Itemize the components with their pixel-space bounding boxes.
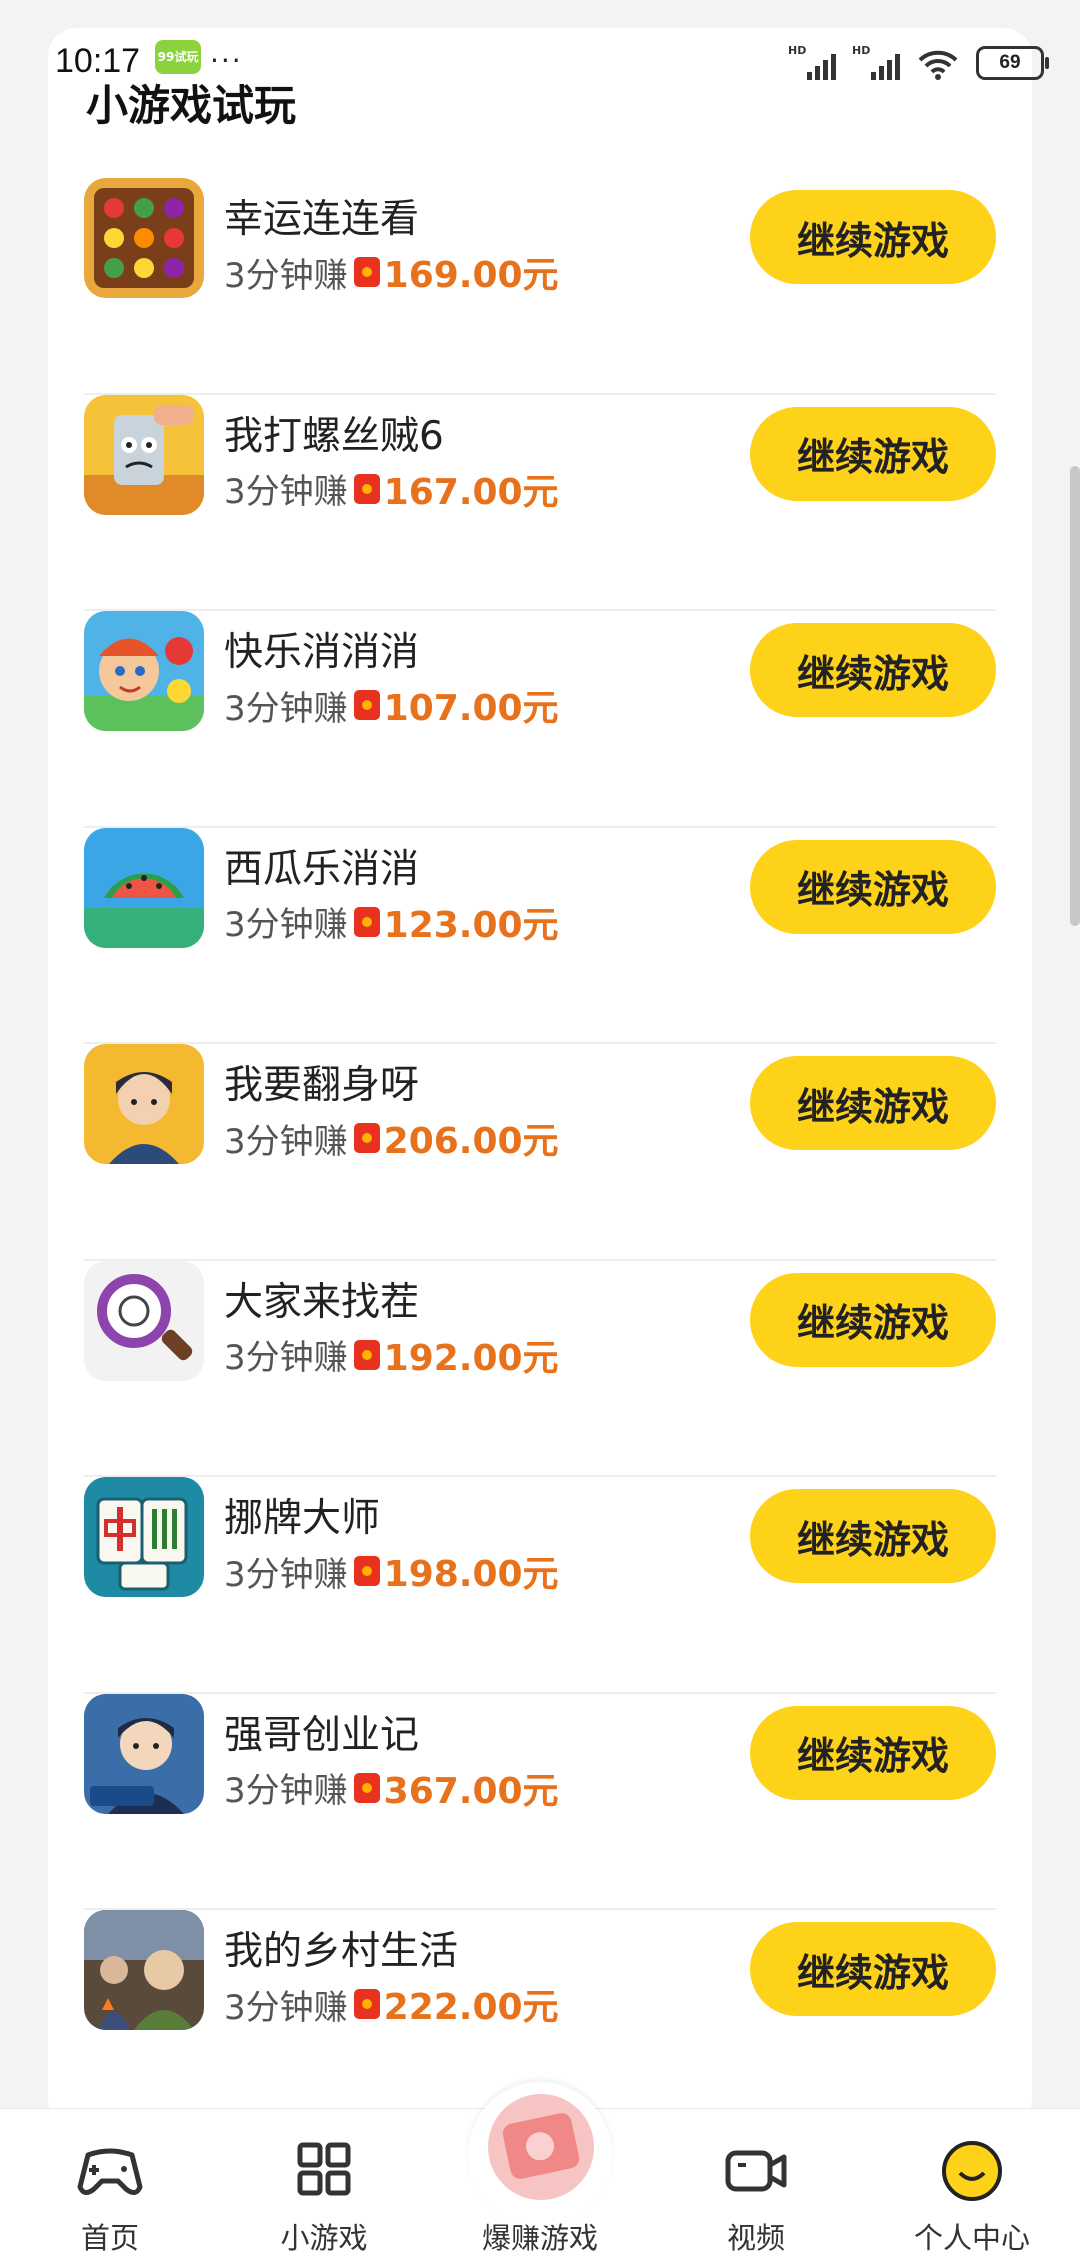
red-packet-icon [353, 906, 380, 937]
more-notifications-icon: ··· [210, 44, 243, 77]
wifi-icon [918, 50, 958, 80]
happy-match-game-icon [84, 611, 204, 731]
continue-game-button[interactable]: 继续游戏 [750, 1056, 996, 1150]
reward-info: 3分钟赚 107.00元 [224, 679, 559, 731]
game-row[interactable]: 我打螺丝贼6 3分钟赚 167.00元 继续游戏 [84, 394, 996, 611]
game-name: 挪牌大师 [224, 1496, 381, 1541]
status-time: 10:17 [55, 42, 141, 80]
reward-prefix: 3分钟赚 [224, 905, 348, 945]
reward-prefix: 3分钟赚 [224, 1987, 348, 2028]
red-packet-icon [353, 1772, 380, 1803]
reward-prefix: 3分钟赚 [224, 1771, 348, 1811]
smiley-icon [942, 2141, 1002, 2201]
gamepad-icon [77, 2148, 143, 2195]
continue-game-button[interactable]: 继续游戏 [750, 1272, 996, 1367]
red-packet-icon [353, 1556, 380, 1586]
tab-mini-games[interactable]: 小游戏 [244, 2109, 404, 2265]
app-notification-icon: 99试玩 [155, 40, 201, 74]
mahjong-game-icon [84, 1477, 204, 1597]
reward-amount: 107.00元 [383, 688, 559, 729]
game-row[interactable]: 挪牌大师 3分钟赚 198.00元 继续游戏 [84, 1477, 996, 1694]
tab-label: 首页 [80, 2221, 139, 2255]
reward-amount: 167.00元 [383, 471, 559, 513]
reward-prefix: 3分钟赚 [224, 1554, 348, 1595]
reward-info: 3分钟赚 367.00元 [224, 1762, 559, 1814]
tab-profile[interactable]: 个人中心 [892, 2109, 1052, 2265]
reward-amount: 192.00元 [383, 1337, 559, 1379]
reward-amount: 169.00元 [383, 255, 559, 296]
reward-prefix: 3分钟赚 [224, 1338, 348, 1378]
grid-icon [297, 2142, 351, 2196]
tab-label: 个人中心 [913, 2221, 1030, 2255]
tab-label: 小游戏 [280, 2221, 368, 2255]
continue-game-button[interactable]: 继续游戏 [750, 1922, 996, 2016]
signal-icon-2: HD [852, 44, 900, 80]
continue-game-button[interactable]: 继续游戏 [750, 190, 996, 284]
game-name: 幸运连连看 [224, 197, 420, 242]
watermelon-game-icon [84, 827, 204, 948]
tab-label: 视频 [726, 2221, 785, 2255]
reward-amount: 206.00元 [383, 1121, 559, 1162]
reward-info: 3分钟赚 192.00元 [224, 1329, 559, 1381]
tab-video[interactable]: 视频 [676, 2109, 836, 2265]
game-name: 我要翻身呀 [224, 1063, 420, 1108]
tab-home[interactable]: 首页 [30, 2109, 190, 2265]
reward-info: 3分钟赚 167.00元 [224, 463, 559, 515]
reward-prefix: 3分钟赚 [224, 255, 348, 296]
character-game-icon [84, 1044, 204, 1164]
game-name: 我打螺丝贼6 [224, 413, 444, 459]
screw-game-icon [84, 394, 204, 515]
reward-amount: 198.00元 [383, 1554, 559, 1595]
reward-prefix: 3分钟赚 [224, 472, 348, 512]
reward-info: 3分钟赚 222.00元 [224, 1978, 559, 2030]
reward-amount: 367.00元 [383, 1770, 559, 1812]
signal-icon: HD [788, 44, 836, 80]
village-game-icon [84, 1910, 204, 2030]
reward-info: 3分钟赚 206.00元 [224, 1112, 559, 1164]
game-name: 西瓜乐消消 [224, 846, 420, 892]
red-packet-icon [353, 1123, 380, 1153]
continue-game-button[interactable]: 继续游戏 [750, 839, 996, 934]
scrollbar[interactable] [1070, 466, 1080, 926]
reward-info: 3分钟赚 169.00元 [224, 246, 559, 298]
red-packet-icon [353, 473, 380, 504]
game-row[interactable]: 我要翻身呀 3分钟赚 206.00元 继续游戏 [84, 1044, 996, 1261]
game-row[interactable]: 大家来找茬 3分钟赚 192.00元 继续游戏 [84, 1260, 996, 1477]
game-name: 强哥创业记 [224, 1712, 420, 1758]
reward-info: 3分钟赚 198.00元 [224, 1545, 559, 1597]
battery-icon: 69 [976, 46, 1049, 80]
reward-prefix: 3分钟赚 [224, 688, 348, 729]
business-game-icon [84, 1693, 204, 1814]
reward-amount: 123.00元 [383, 904, 559, 946]
red-packet-icon [353, 1339, 380, 1370]
continue-game-button[interactable]: 继续游戏 [750, 1489, 996, 1583]
magnifier-game-icon [84, 1260, 204, 1381]
video-camera-icon [725, 2150, 787, 2192]
red-packet-icon [353, 690, 380, 720]
continue-game-button[interactable]: 继续游戏 [750, 623, 996, 717]
reward-prefix: 3分钟赚 [224, 1121, 348, 1162]
red-packet-icon [353, 1989, 380, 2019]
reward-info: 3分钟赚 123.00元 [224, 896, 559, 948]
game-row[interactable]: 西瓜乐消消 3分钟赚 123.00元 继续游戏 [84, 827, 996, 1044]
game-name: 我的乡村生活 [224, 1929, 459, 1974]
reward-amount: 222.00元 [383, 1987, 559, 2028]
game-row[interactable]: 快乐消消消 3分钟赚 107.00元 继续游戏 [84, 611, 996, 828]
game-row[interactable]: 强哥创业记 3分钟赚 367.00元 继续游戏 [84, 1693, 996, 1910]
fruit-link-game-icon [84, 178, 204, 298]
game-list: 幸运连连看 3分钟赚 169.00元 继续游戏 我打螺丝贼6 3分钟赚 167.… [84, 178, 996, 2127]
continue-game-button[interactable]: 继续游戏 [750, 1705, 996, 1800]
game-name: 大家来找茬 [224, 1279, 420, 1325]
red-packet-icon [353, 257, 380, 287]
game-row[interactable]: 幸运连连看 3分钟赚 169.00元 继续游戏 [84, 178, 996, 395]
game-name: 快乐消消消 [224, 630, 420, 675]
continue-game-button[interactable]: 继续游戏 [750, 406, 996, 501]
status-bar: 10:17 99试玩 ··· HD HD 69 [0, 0, 1080, 100]
